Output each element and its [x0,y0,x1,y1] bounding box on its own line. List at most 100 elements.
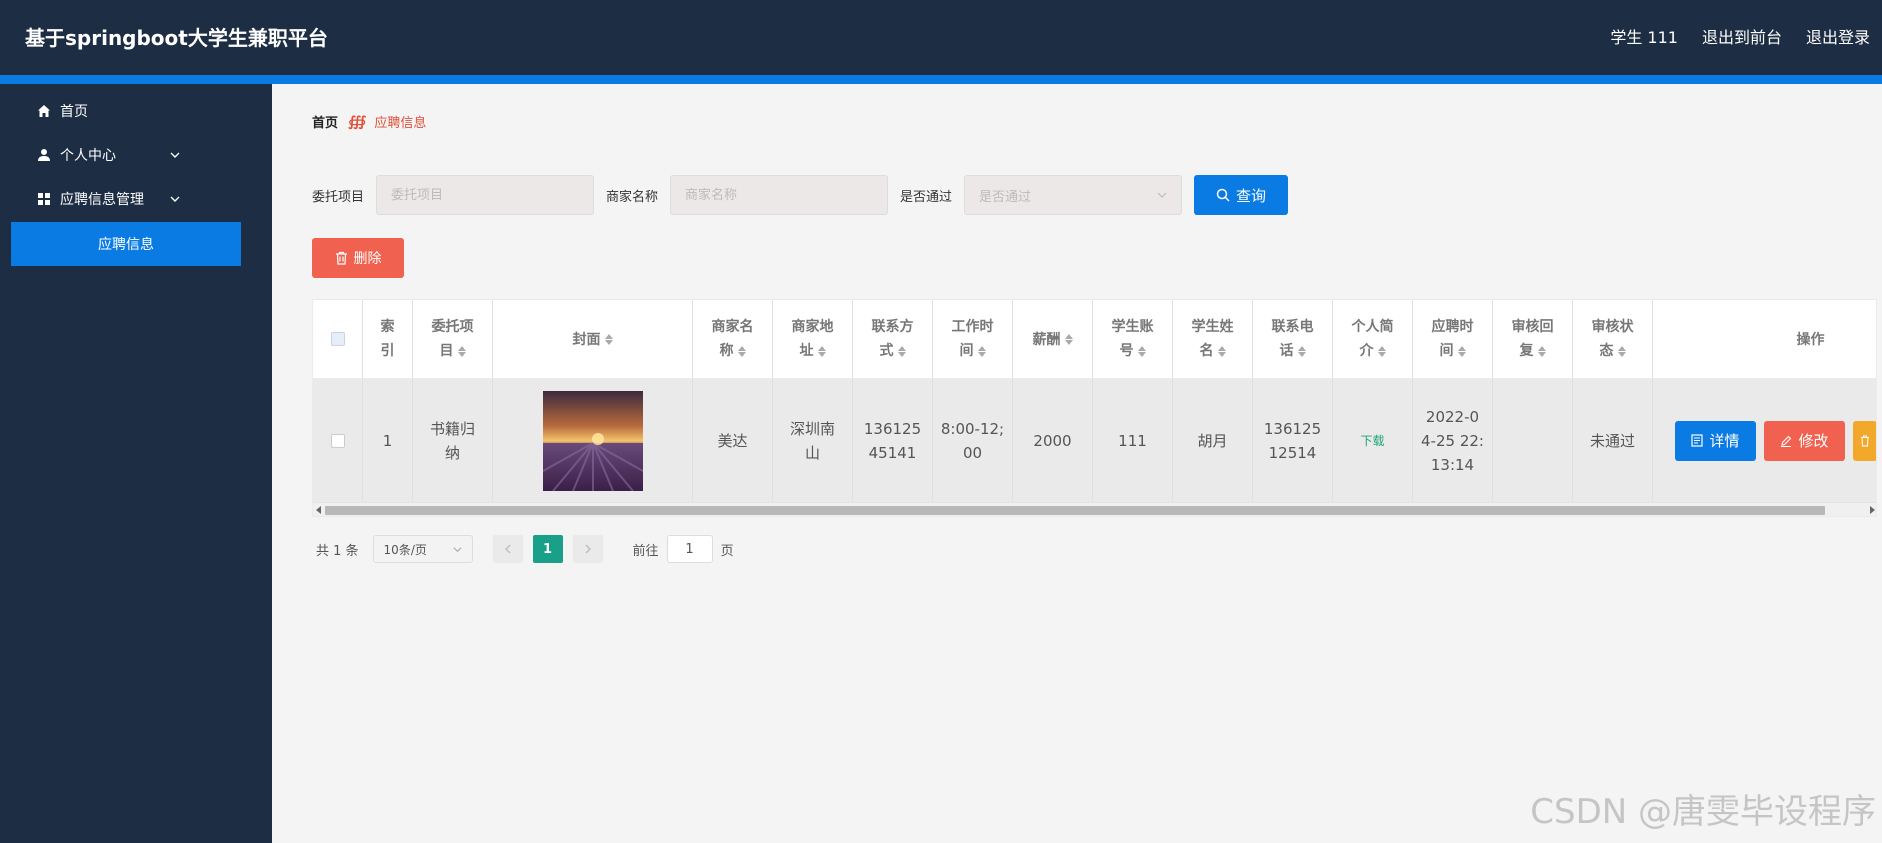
header-cover[interactable]: 封面 [493,300,693,378]
sort-icon[interactable] [817,345,826,357]
header-merchant-addr[interactable]: 商家地址 [773,300,853,378]
cell-text: 12514 [1268,443,1317,462]
scroll-right-icon[interactable] [1870,506,1875,514]
document-icon [1691,434,1704,447]
project-input[interactable] [376,175,595,215]
cover-image-lavender-field[interactable] [542,390,643,491]
header-student-name[interactable]: 学生姓名 [1173,300,1253,378]
cell-text: 136125 [1263,419,1322,438]
sidebar-item-personal-center[interactable]: 个人中心 [0,133,272,177]
cell-merchant-addr: 深圳南山 [773,379,853,502]
page-size-select[interactable]: 10条/页 [372,535,473,563]
sort-icon[interactable] [1537,345,1546,357]
row-checkbox[interactable] [330,433,345,448]
sort-icon[interactable] [1377,345,1386,357]
pass-label: 是否通过 [900,189,953,205]
cell-text: 136125 [863,419,922,438]
detail-button[interactable]: 详情 [1675,420,1756,461]
sort-icon[interactable] [897,345,906,357]
header-merchant-name[interactable]: 商家名称 [693,300,773,378]
cell-review-reply [1493,379,1573,502]
header-operations: 操作 [1653,300,1876,378]
breadcrumb-home[interactable]: 首页 [312,112,338,131]
header-text: 介 [1359,343,1374,359]
prev-page-button[interactable] [492,535,523,563]
cell-text: 13:14 [1430,455,1475,474]
scrollbar-thumb[interactable] [325,506,1825,515]
header-text: 话 [1279,343,1294,359]
header-salary[interactable]: 薪酬 [1013,300,1093,378]
sort-icon[interactable] [977,345,986,357]
sidebar-item-home[interactable]: 首页 [0,89,272,133]
merchant-label: 商家名称 [606,189,659,205]
header-review-status[interactable]: 审核状态 [1573,300,1653,378]
header-text: 址 [799,343,814,359]
scroll-left-icon[interactable] [316,506,321,514]
cell-review-status: 未通过 [1573,379,1653,502]
table-row: 1 书籍归纳 美达 深圳南 山 136125 45141 8:00-12; 00… [313,379,1876,502]
sort-icon[interactable] [604,333,613,345]
chevron-down-icon [170,196,180,202]
top-header: 基于springboot大学生兼职平台 学生 111 退出到前台 退出登录 [0,0,1882,75]
trash-icon [335,251,347,265]
header-project[interactable]: 委托项目 [413,300,493,378]
sort-icon[interactable] [737,345,746,357]
goto-page-input[interactable] [666,535,713,563]
cell-text: 深圳南 [789,419,835,438]
pass-select-placeholder: 是否通过 [979,189,1032,205]
detail-button-label: 详情 [1709,432,1740,450]
sidebar-item-application-mgmt[interactable]: 应聘信息管理 [0,177,272,221]
header-contact[interactable]: 联系方式 [853,300,933,378]
cell-intro: 下载 [1333,379,1413,502]
breadcrumb: 首页 ∰ 应聘信息 [312,112,426,132]
header-phone[interactable]: 联系电话 [1253,300,1333,378]
cell-text: 45141 [868,443,917,462]
header-apply-time[interactable]: 应聘时间 [1413,300,1493,378]
header-student-account[interactable]: 学生账号 [1093,300,1173,378]
header-text: 学生姓 [1191,319,1234,335]
chevron-left-icon [504,544,511,554]
cell-operations: 详情 修改 [1653,379,1876,502]
intro-download-link[interactable]: 下载 [1360,432,1384,449]
pass-select[interactable]: 是否通过 [964,175,1183,215]
next-page-button[interactable] [572,535,603,563]
sort-icon[interactable] [1217,345,1226,357]
header-text: 学生账 [1111,319,1154,335]
query-button[interactable]: 查询 [1194,175,1289,215]
merchant-input[interactable] [670,175,889,215]
header-work-time[interactable]: 工作时间 [933,300,1013,378]
cell-merchant-name: 美达 [693,379,773,502]
sort-icon[interactable] [1457,345,1466,357]
header-text: 间 [959,343,974,359]
back-to-front-link[interactable]: 退出到前台 [1702,24,1782,48]
select-all-checkbox[interactable] [330,332,345,346]
sort-icon[interactable] [1617,345,1626,357]
edit-button-label: 修改 [1798,432,1829,450]
sort-icon[interactable] [1064,333,1073,345]
page-number-button[interactable]: 1 [532,535,563,563]
horizontal-scrollbar[interactable] [313,502,1876,516]
delete-button[interactable]: 删除 [312,238,404,278]
header-text: 应聘时 [1431,319,1474,335]
delete-row-button[interactable] [1853,420,1876,461]
sidebar-item-application-info[interactable]: 应聘信息 [11,222,241,266]
logout-link[interactable]: 退出登录 [1806,24,1870,48]
sort-icon[interactable] [1137,345,1146,357]
header-review-reply[interactable]: 审核回复 [1493,300,1573,378]
cell-apply-time: 2022-0 4-25 22: 13:14 [1413,379,1493,502]
header-text: 审核回 [1511,319,1554,335]
header-text: 封面 [572,332,601,348]
cell-contact: 136125 45141 [853,379,933,502]
sort-icon[interactable] [1297,345,1306,357]
header-intro[interactable]: 个人简介 [1333,300,1413,378]
breadcrumb-separator-icon: ∰ [348,113,366,130]
edit-button[interactable]: 修改 [1764,420,1845,461]
search-icon [1216,188,1230,202]
trash-icon [1861,435,1869,446]
page-size-value: 10条/页 [383,542,427,557]
header-text: 审核状 [1591,319,1634,335]
sort-icon[interactable] [457,345,466,357]
cell-phone: 136125 12514 [1253,379,1333,502]
cell-text: 纳 [444,443,460,462]
cell-text: 2022-0 [1425,407,1480,426]
